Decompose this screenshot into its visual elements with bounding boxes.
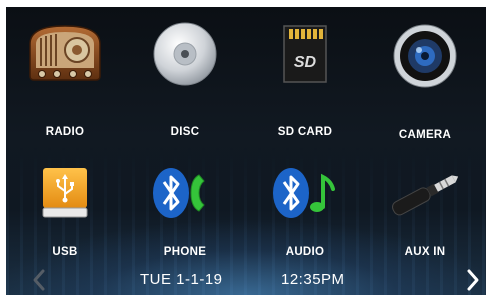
status-bar: [6, 262, 486, 295]
home-screen: RADIO DISC SD SD CARD CAMERA USB PHONE A…: [6, 7, 486, 295]
usb-label: USB: [52, 246, 78, 258]
chevron-left-icon[interactable]: [30, 268, 48, 292]
aux-jack-icon: [392, 175, 459, 216]
bluetooth-audio-icon: [273, 168, 335, 218]
phone-tile[interactable]: PHONE: [130, 19, 240, 258]
date-display: TUE 1-1-19: [140, 271, 223, 288]
usb-tile[interactable]: USB: [10, 19, 120, 258]
chevron-right-icon[interactable]: [464, 268, 482, 292]
audio-label: AUDIO: [285, 246, 325, 258]
aux-in-label: AUX IN: [404, 246, 446, 258]
time-display: 12:35PM: [281, 271, 345, 288]
phone-label: PHONE: [163, 246, 207, 258]
usb-drive-icon: [42, 168, 88, 218]
bluetooth-phone-icon: [153, 168, 205, 218]
aux-in-tile[interactable]: AUX IN: [370, 19, 480, 258]
audio-tile[interactable]: AUDIO: [250, 19, 360, 258]
